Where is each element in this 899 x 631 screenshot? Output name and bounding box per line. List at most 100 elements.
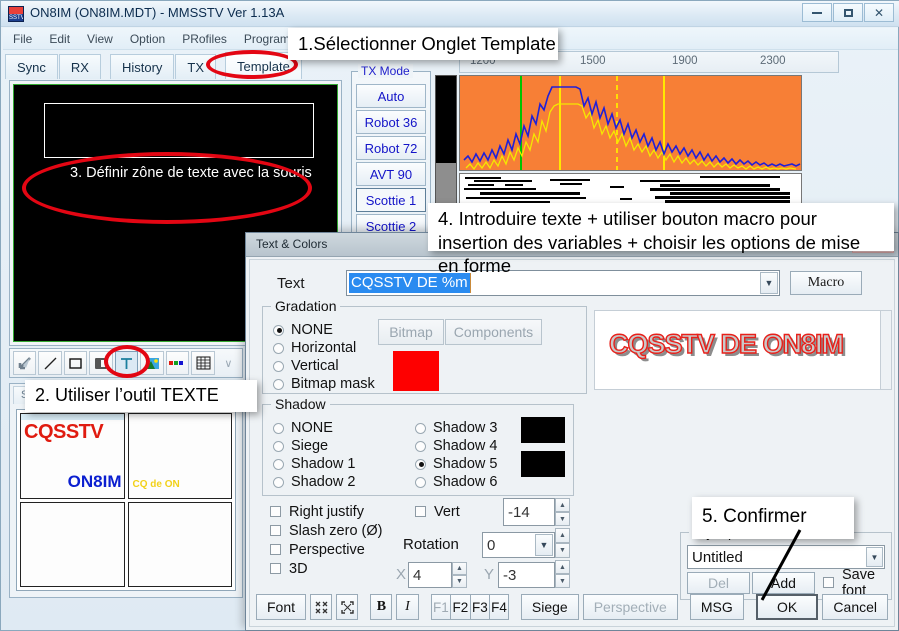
- save-font-checkbox[interactable]: Save font: [823, 567, 891, 599]
- bold-button[interactable]: B: [370, 594, 393, 620]
- menu-item-view[interactable]: View: [87, 32, 113, 46]
- gradation-option-horizontal[interactable]: Horizontal: [273, 339, 375, 357]
- rectangle-tool-icon[interactable]: [63, 351, 88, 375]
- x-field[interactable]: 4: [408, 562, 452, 588]
- x-stepper[interactable]: ▲ ▼: [452, 562, 467, 588]
- arrow-select-tool-icon[interactable]: [13, 351, 37, 375]
- add-profile-button[interactable]: Add: [752, 572, 815, 594]
- text-zone-rectangle[interactable]: [44, 103, 314, 158]
- rotation-stepper[interactable]: ▲ ▼: [555, 528, 570, 558]
- perspective-checkbox[interactable]: Perspective: [270, 540, 382, 559]
- shadow-option-2[interactable]: Shadow 2: [273, 473, 356, 491]
- tx-mode-robot72[interactable]: Robot 72: [356, 136, 426, 160]
- f1-button[interactable]: F1: [430, 594, 451, 620]
- shadow-option-1[interactable]: Shadow 1: [273, 455, 356, 473]
- menu-item-edit[interactable]: Edit: [49, 32, 70, 46]
- template-thumbnail[interactable]: CQ de ON: [127, 413, 232, 499]
- gradation-option-bitmap-mask[interactable]: Bitmap mask: [273, 375, 375, 393]
- window-controls: ✕: [801, 3, 894, 22]
- menu-item-program[interactable]: Program: [244, 32, 290, 46]
- cancel-button[interactable]: Cancel: [822, 594, 889, 620]
- threed-checkbox[interactable]: 3D: [270, 559, 382, 578]
- text-combo[interactable]: CQSSTV DE %m ▼: [346, 270, 780, 296]
- more-tool-icon[interactable]: ∨: [217, 351, 240, 375]
- thumbnail-red-text: CQSSTV: [24, 421, 104, 443]
- template-thumbnail[interactable]: [127, 501, 232, 587]
- gradient-tool-icon[interactable]: [165, 351, 190, 375]
- stepper-down-icon[interactable]: ▼: [555, 512, 570, 526]
- stepper-up-icon[interactable]: ▲: [555, 560, 570, 574]
- f2-button[interactable]: F2: [450, 594, 470, 620]
- bitmap-button[interactable]: Bitmap: [378, 319, 444, 345]
- stepper-down-icon[interactable]: ▼: [452, 575, 467, 588]
- shadow-option-3[interactable]: Shadow 3: [415, 419, 498, 437]
- right-justify-checkbox[interactable]: Right justify: [270, 502, 382, 521]
- perspective-button[interactable]: Perspective: [582, 594, 678, 620]
- shrink-icon[interactable]: [310, 594, 333, 620]
- msg-button[interactable]: MSG: [689, 594, 744, 620]
- shadow-option-label: NONE: [291, 420, 333, 436]
- gradation-option-none[interactable]: NONE: [273, 321, 375, 339]
- tab-rx[interactable]: RX: [58, 54, 101, 79]
- f4-button[interactable]: F4: [489, 594, 509, 620]
- stepper-up-icon[interactable]: ▲: [452, 562, 467, 575]
- rotation-field[interactable]: 0 ▼: [482, 532, 555, 558]
- grid-tool-icon[interactable]: [191, 351, 215, 375]
- stepper-up-icon[interactable]: ▲: [555, 498, 570, 512]
- chevron-down-icon[interactable]: ▼: [866, 547, 883, 567]
- size-field[interactable]: -14: [503, 498, 555, 526]
- slash-zero-checkbox[interactable]: Slash zero (Ø): [270, 521, 382, 540]
- chevron-down-icon[interactable]: ▼: [760, 272, 778, 294]
- size-stepper[interactable]: ▲ ▼: [555, 498, 570, 526]
- shadow-option-5[interactable]: Shadow 5: [415, 455, 498, 473]
- y-field[interactable]: -3: [498, 562, 555, 588]
- rotation-chevron-down-icon[interactable]: ▼: [535, 534, 553, 556]
- gradation-title: Gradation: [271, 298, 341, 314]
- y-stepper[interactable]: ▲ ▼: [555, 560, 570, 588]
- menu-item-file[interactable]: File: [13, 32, 32, 46]
- menu-item-profiles[interactable]: PRofiles: [182, 32, 227, 46]
- shadow-option-label: Shadow 6: [433, 474, 498, 490]
- close-button[interactable]: ✕: [864, 3, 894, 22]
- menu-item-option[interactable]: Option: [130, 32, 165, 46]
- preview-scrollbar[interactable]: [880, 311, 891, 389]
- shadow-option-4[interactable]: Shadow 4: [415, 437, 498, 455]
- dialog-button-bar: Font B I F1 F2 F3 F4 Siege Perspective M…: [256, 592, 892, 622]
- shadow-color-swatch-top[interactable]: [521, 417, 565, 443]
- shadow-option-none[interactable]: NONE: [273, 419, 356, 437]
- tx-mode-scottie1[interactable]: Scottie 1: [356, 188, 426, 212]
- gradation-option-vertical[interactable]: Vertical: [273, 357, 375, 375]
- tx-mode-robot36[interactable]: Robot 36: [356, 110, 426, 134]
- macro-button[interactable]: Macro: [790, 271, 862, 295]
- annotation-ellipse-text-tool: [104, 345, 150, 378]
- stepper-down-icon[interactable]: ▼: [555, 574, 570, 588]
- tx-mode-avt90[interactable]: AVT 90: [356, 162, 426, 186]
- tab-sync[interactable]: Sync: [5, 54, 58, 79]
- stepper-up-icon[interactable]: ▲: [555, 528, 570, 543]
- shadow-option-6[interactable]: Shadow 6: [415, 473, 498, 491]
- line-tool-icon[interactable]: [38, 351, 62, 375]
- font-button[interactable]: Font: [256, 594, 307, 620]
- maximize-button[interactable]: [833, 3, 863, 22]
- style-profile-combo[interactable]: Untitled ▼: [687, 545, 885, 569]
- title-bar: SSTV ON8IM (ON8IM.MDT) - MMSSTV Ver 1.13…: [1, 1, 899, 27]
- tab-history[interactable]: History: [109, 54, 175, 79]
- template-thumbnail[interactable]: [20, 501, 125, 587]
- shadow-color-swatch-bottom[interactable]: [521, 451, 565, 477]
- ok-button[interactable]: OK: [755, 594, 819, 620]
- f3-button[interactable]: F3: [469, 594, 490, 620]
- components-button[interactable]: Components: [445, 319, 542, 345]
- gradation-color-swatch[interactable]: [393, 351, 439, 391]
- vert-checkbox[interactable]: Vert: [415, 502, 460, 521]
- del-profile-button[interactable]: Del: [687, 572, 750, 594]
- gradation-group: Gradation NONE Horizontal Vertical Bitma…: [262, 298, 587, 394]
- style-profiles-group: Style profiles Untitled ▼ Del Add Save f…: [680, 524, 892, 600]
- stepper-down-icon[interactable]: ▼: [555, 543, 570, 558]
- minimize-button[interactable]: [802, 3, 832, 22]
- italic-button[interactable]: I: [396, 594, 419, 620]
- template-thumbnail[interactable]: CQSSTV ON8IM: [20, 413, 125, 499]
- tx-mode-auto[interactable]: Auto: [356, 84, 426, 108]
- siege-button[interactable]: Siege: [520, 594, 579, 620]
- expand-icon[interactable]: [336, 594, 359, 620]
- shadow-option-siege[interactable]: Siege: [273, 437, 356, 455]
